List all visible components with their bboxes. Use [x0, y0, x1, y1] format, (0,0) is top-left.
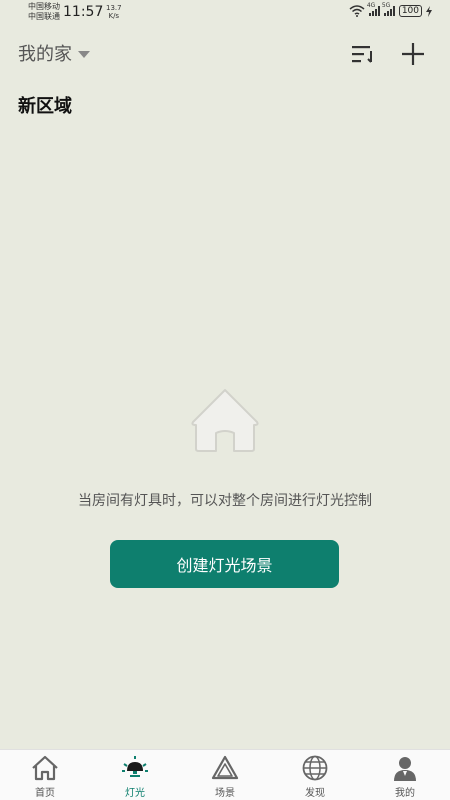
battery-indicator: 100: [398, 5, 422, 17]
nav-label-discover: 发现: [305, 788, 325, 799]
light-icon: [122, 756, 148, 777]
nav-label-mine: 我的: [395, 788, 415, 799]
nav-label-home: 首页: [35, 788, 55, 799]
chevron-down-icon: [78, 50, 90, 58]
carrier-1: 中国移动: [28, 2, 60, 11]
carrier-info: 中国移动 中国联通: [28, 2, 60, 22]
nav-label-scene: 场景: [215, 788, 235, 799]
scene-icon: [211, 755, 239, 780]
add-button[interactable]: [397, 38, 429, 70]
nav-item-discover[interactable]: 发现: [270, 750, 360, 800]
create-light-scene-button[interactable]: 创建灯光场景: [110, 540, 339, 588]
house-icon: [191, 389, 259, 452]
empty-state-message: 当房间有灯具时，可以对整个房间进行灯光控制: [78, 493, 372, 509]
signal-tag-1: 4G: [366, 2, 376, 9]
home-icon: [32, 755, 58, 781]
home-name: 我的家: [18, 44, 72, 65]
nav-item-home[interactable]: 首页: [0, 750, 90, 800]
carrier-2: 中国联通: [28, 12, 60, 21]
nav-label-light: 灯光: [125, 788, 145, 799]
plus-icon: [402, 43, 424, 65]
network-speed-unit: K/s: [108, 12, 120, 20]
section-title: 新区域: [18, 96, 72, 117]
user-icon: [394, 757, 416, 781]
network-speed-value: 13.7: [106, 4, 122, 12]
nav-item-scene[interactable]: 场景: [180, 750, 270, 800]
home-selector[interactable]: 我的家: [18, 40, 90, 66]
network-speed: 13.7 K/s: [106, 4, 122, 20]
sort-icon: [352, 46, 372, 63]
sort-button[interactable]: [347, 38, 379, 70]
signal-tag-2: 5G: [381, 2, 391, 9]
charging-icon: [426, 5, 432, 17]
wifi-icon: [349, 5, 365, 17]
status-time: 11:57: [63, 4, 104, 20]
nav-item-light[interactable]: 灯光: [90, 750, 180, 800]
bottom-navigation: 首页 灯光 场景 发现 我的: [0, 749, 450, 800]
globe-icon: [302, 755, 328, 781]
signal-icon-2: 5G: [382, 2, 395, 16]
signal-icon-1: 4G: [367, 2, 380, 16]
nav-item-mine[interactable]: 我的: [360, 750, 450, 800]
status-bar: 中国移动 中国联通 11:57 13.7 K/s 4G 5G 100: [0, 0, 450, 26]
